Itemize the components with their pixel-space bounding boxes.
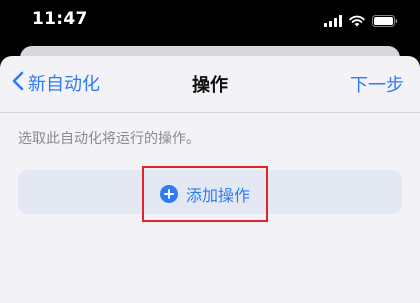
wifi-icon: [349, 12, 365, 31]
navigation-bar: 新自动化 操作 下一步: [0, 56, 420, 112]
instruction-text: 选取此自动化将运行的操作。: [18, 131, 200, 147]
back-button-label: 新自动化: [28, 74, 100, 95]
screen: 11:47 新自动化 操作 下一步 选取此自动化将运行的操作。 添加操作: [0, 0, 420, 303]
add-action-label: 添加操作: [185, 186, 250, 205]
back-button[interactable]: 新自动化: [12, 70, 100, 96]
nav-divider: [0, 112, 420, 113]
add-action-button[interactable]: 添加操作: [142, 166, 268, 222]
next-button[interactable]: 下一步: [350, 71, 404, 97]
status-bar: 11:47: [0, 0, 420, 44]
status-time: 11:47: [32, 9, 88, 29]
plus-circle-icon: [159, 185, 178, 203]
status-icons: [324, 12, 398, 31]
battery-icon: [372, 12, 398, 31]
signal-icon: [324, 12, 342, 31]
chevron-left-icon: [12, 71, 28, 96]
